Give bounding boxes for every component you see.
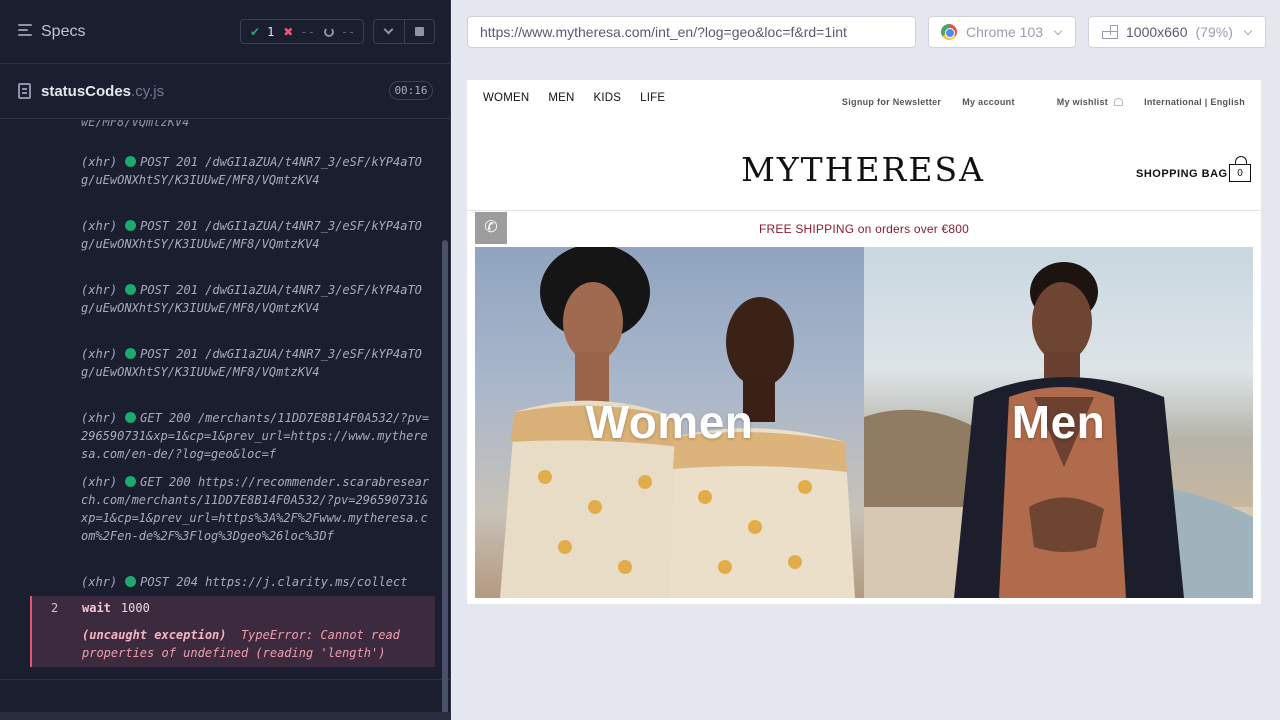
command-type: (xhr) [81, 575, 118, 589]
file-icon [18, 83, 31, 99]
chrome-icon [941, 24, 957, 40]
status-dot-icon [125, 220, 137, 231]
newsletter-link[interactable]: Signup for Newsletter [842, 97, 941, 107]
command-type: (xhr) [81, 411, 118, 425]
spinner-icon [323, 26, 334, 37]
command-log-entry[interactable]: (xhr) POST 201 /dwGI1aZUA/t4NR7_3/eSF/kYP… [81, 153, 431, 189]
stop-button[interactable] [403, 20, 434, 43]
failed-command[interactable]: 2 wait 1000 (uncaught exception) TypeErro… [30, 596, 435, 667]
test-stats: ✔ 1 ✖ -- -- [240, 19, 364, 44]
status-dot-icon [125, 476, 137, 487]
shipping-banner: FREE SHIPPING on orders over €800 [758, 222, 970, 236]
specs-list-icon[interactable] [18, 24, 32, 38]
nav-life[interactable]: LIFE [640, 92, 665, 104]
x-icon: ✖ [283, 24, 294, 39]
nav-men[interactable]: MEN [548, 92, 574, 104]
command-log-entry[interactable]: (xhr) POST 201 /dwGI1aZUA/t4NR7_3/eSF/kYP… [81, 345, 431, 381]
wait-command: wait 1000 [82, 601, 150, 615]
women-hero-tile[interactable]: Women [475, 247, 864, 598]
reporter-panel: Specs ✔ 1 ✖ -- -- statusCodes.cy.js 00:1… [0, 0, 451, 720]
account-link[interactable]: My account [962, 97, 1015, 107]
command-log: wE/MF8/VQmtzKV4 (xhr) POST 201 /dwGI1aZUA… [0, 120, 450, 680]
status-dot-icon [125, 348, 137, 359]
header-divider [467, 210, 1261, 211]
command-method: POST 204 [140, 575, 198, 589]
run-controls [373, 19, 435, 44]
command-method: GET 200 [140, 411, 191, 425]
command-log-partial-line: wE/MF8/VQmtzKV4 [81, 120, 190, 129]
command-method: POST 201 [140, 155, 198, 169]
women-hero-title[interactable]: Women [475, 395, 864, 449]
passed-stat: ✔ 1 [250, 24, 275, 39]
utility-links: Signup for Newsletter My account My wish… [821, 97, 1245, 107]
command-url: https://j.clarity.ms/collect [205, 575, 408, 589]
error-message: (uncaught exception) TypeError: Cannot r… [82, 628, 400, 660]
command-type: (xhr) [81, 347, 118, 361]
command-log-entry[interactable]: (xhr) POST 201 /dwGI1aZUA/t4NR7_3/eSF/kYP… [81, 217, 431, 253]
heart-icon [1114, 98, 1124, 106]
nav-kids[interactable]: KIDS [594, 92, 622, 104]
command-log-entry[interactable]: (xhr) GET 200 /merchants/11DD7E8B14F0A532… [81, 409, 431, 463]
run-duration: 00:16 [389, 81, 433, 100]
command-type: (xhr) [81, 219, 118, 233]
command-method: POST 201 [140, 347, 198, 361]
chevron-down-icon [1243, 26, 1253, 36]
status-dot-icon [125, 412, 137, 423]
reporter-header: Specs ✔ 1 ✖ -- -- [0, 0, 450, 64]
men-hero-title[interactable]: Men [864, 395, 1253, 449]
command-type: (xhr) [81, 283, 118, 297]
chevron-down-icon [384, 24, 394, 35]
command-method: POST 201 [140, 283, 198, 297]
aut-panel: https://www.mytheresa.com/int_en/?log=ge… [451, 0, 1280, 720]
spec-file-name[interactable]: statusCodes.cy.js [41, 83, 164, 100]
expand-button[interactable] [374, 20, 404, 43]
men-hero-tile[interactable]: Men [864, 247, 1253, 598]
status-dot-icon [125, 284, 137, 295]
website-frame: WOMEN MEN KIDS LIFE Signup for Newslette… [467, 80, 1261, 604]
status-dot-icon [125, 156, 137, 167]
reporter-scrollbar[interactable] [442, 240, 448, 718]
command-method: POST 201 [140, 219, 198, 233]
spec-file-row[interactable]: statusCodes.cy.js 00:16 [0, 65, 450, 119]
locale-link[interactable]: International | English [1144, 97, 1245, 107]
viewport-icon [1101, 24, 1118, 40]
specs-label[interactable]: Specs [41, 23, 85, 41]
site-nav: WOMEN MEN KIDS LIFE [483, 92, 684, 104]
shopping-bag-label[interactable]: SHOPPING BAG [1136, 168, 1228, 180]
command-type: (xhr) [81, 475, 118, 489]
pending-stat: -- [315, 25, 355, 39]
command-number: 2 [51, 601, 59, 615]
horizontal-scrollbar[interactable] [0, 712, 450, 720]
failed-stat: ✖ -- [283, 24, 315, 39]
chevron-down-icon [1053, 26, 1063, 36]
check-icon: ✔ [250, 24, 261, 39]
wishlist-link[interactable]: My wishlist [1036, 97, 1124, 107]
command-type: (xhr) [81, 155, 118, 169]
shopping-bag-icon[interactable]: 0 [1229, 156, 1251, 182]
viewport-selector[interactable]: 1000x660 (79%) [1088, 16, 1266, 48]
command-log-entry[interactable]: (xhr) GET 200 https://recommender.scarabr… [81, 473, 431, 545]
status-dot-icon [125, 576, 137, 587]
nav-women[interactable]: WOMEN [483, 92, 529, 104]
command-log-entry[interactable]: (xhr) POST 201 /dwGI1aZUA/t4NR7_3/eSF/kYP… [81, 281, 431, 317]
stop-icon [414, 27, 424, 36]
browser-selector[interactable]: Chrome 103 [928, 16, 1076, 48]
aut-url-bar[interactable]: https://www.mytheresa.com/int_en/?log=ge… [467, 16, 916, 48]
command-log-entry[interactable]: (xhr) POST 204 https://j.clarity.ms/colle… [81, 573, 431, 591]
command-method: GET 200 [140, 475, 191, 489]
